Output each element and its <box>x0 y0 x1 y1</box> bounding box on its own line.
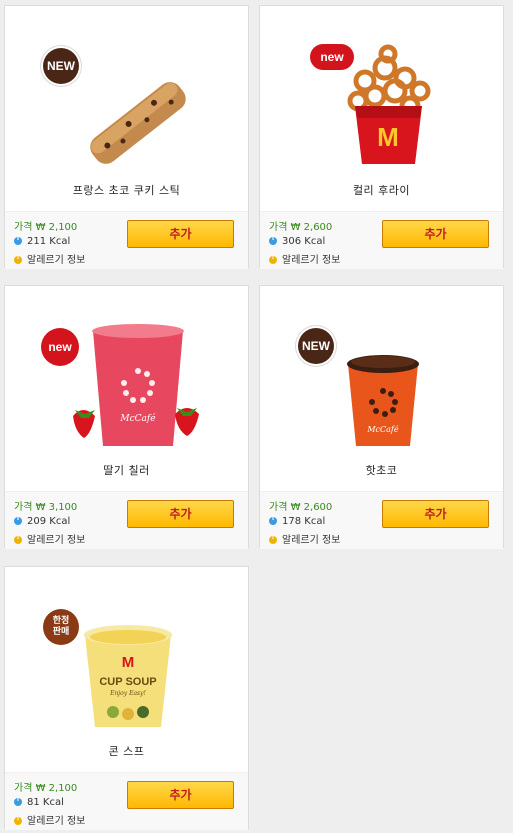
new-badge: NEW <box>298 328 334 364</box>
product-info: 가격 ₩ 2,600 i 306 Kcal ! 알레르기 정보 추가 <box>260 211 503 269</box>
info-icon: i <box>269 515 277 525</box>
allergy-info-link[interactable]: ! 알레르기 정보 <box>14 812 85 827</box>
info-icon: i <box>14 796 22 806</box>
allergy-icon: ! <box>14 815 22 825</box>
add-button[interactable]: 추가 <box>127 781 234 809</box>
allergy-icon: ! <box>14 534 22 544</box>
product-image-area: McCafé NEW <box>260 286 503 451</box>
hot-chocolate-image: McCafé <box>347 355 419 446</box>
info-icon: i <box>14 515 22 525</box>
product-name: 핫초코 <box>365 464 398 477</box>
svg-text:McCafé: McCafé <box>119 413 156 424</box>
product-image-area: M CUP SOUP Enjoy Easy! 한정 판매 <box>5 567 248 732</box>
strawberry-chiller-image: McCafé <box>73 324 199 446</box>
info-icon: i <box>14 235 22 245</box>
allergy-icon: ! <box>269 534 277 544</box>
new-badge: new <box>41 328 79 366</box>
limited-sale-badge: 한정 판매 <box>43 609 79 645</box>
svg-text:M: M <box>122 654 135 671</box>
calories: i 211 Kcal <box>14 235 70 247</box>
allergy-info-link[interactable]: ! 알레르기 정보 <box>14 531 85 546</box>
add-button[interactable]: 추가 <box>127 220 234 248</box>
price: 가격 ₩ 2,100 <box>14 783 78 794</box>
allergy-info-link[interactable]: ! 알레르기 정보 <box>14 251 85 266</box>
menu-card: McCafé NEW 핫초코 가격 ₩ 2,600 i 178 Kcal ! 알레르… <box>259 285 504 549</box>
calories: i 81 Kcal <box>14 796 64 808</box>
svg-text:Enjoy Easy!: Enjoy Easy! <box>109 690 146 697</box>
allergy-icon: ! <box>269 254 277 264</box>
product-info: 가격 ₩ 2,600 i 178 Kcal ! 알레르기 정보 추가 <box>260 491 503 549</box>
product-info: 가격 ₩ 3,100 i 209 Kcal ! 알레르기 정보 추가 <box>5 491 248 549</box>
add-button[interactable]: 추가 <box>382 220 489 248</box>
product-name: 콘 스프 <box>108 745 145 758</box>
calories: i 178 Kcal <box>269 515 325 527</box>
price: 가격 ₩ 3,100 <box>14 502 78 513</box>
price: 가격 ₩ 2,600 <box>269 222 333 233</box>
product-name: 딸기 칠러 <box>103 464 150 477</box>
svg-text:McCafé: McCafé <box>366 425 399 434</box>
corn-soup-image: M CUP SOUP Enjoy Easy! <box>84 625 172 727</box>
calories: i 209 Kcal <box>14 515 70 527</box>
price: 가격 ₩ 2,600 <box>269 502 333 513</box>
svg-text:M: M <box>377 122 399 152</box>
svg-text:CUP SOUP: CUP SOUP <box>99 676 156 688</box>
product-name: 프랑스 초코 쿠키 스틱 <box>72 184 181 197</box>
new-badge: new <box>310 44 354 70</box>
product-image-area: McCafé new <box>5 286 248 451</box>
menu-card: NEW 프랑스 초코 쿠키 스틱 가격 ₩ 2,100 i 211 Kcal ! 알… <box>4 5 249 269</box>
menu-card: M CUP SOUP Enjoy Easy! 한정 판매 콘 스프 가격 ₩ 2… <box>4 566 249 830</box>
curly-fries-image: M <box>347 44 431 164</box>
allergy-info-link[interactable]: ! 알레르기 정보 <box>269 251 340 266</box>
menu-card: M new 컬리 후라이 가격 ₩ 2,600 i 306 Kcal ! 알레르기 … <box>259 5 504 269</box>
product-name: 컬리 후라이 <box>352 184 411 197</box>
add-button[interactable]: 추가 <box>127 500 234 528</box>
product-image-area: M new <box>260 6 503 171</box>
product-image-area: NEW <box>5 6 248 171</box>
add-button[interactable]: 추가 <box>382 500 489 528</box>
menu-card: McCafé new 딸기 칠러 가격 ₩ 3,100 i 209 Kcal ! 알… <box>4 285 249 549</box>
info-icon: i <box>269 235 277 245</box>
allergy-icon: ! <box>14 254 22 264</box>
allergy-info-link[interactable]: ! 알레르기 정보 <box>269 531 340 546</box>
cookie-stick-image <box>90 82 186 164</box>
calories: i 306 Kcal <box>269 235 325 247</box>
price: 가격 ₩ 2,100 <box>14 222 78 233</box>
product-info: 가격 ₩ 2,100 i 81 Kcal ! 알레르기 정보 추가 <box>5 772 248 830</box>
product-info: 가격 ₩ 2,100 i 211 Kcal ! 알레르기 정보 추가 <box>5 211 248 269</box>
